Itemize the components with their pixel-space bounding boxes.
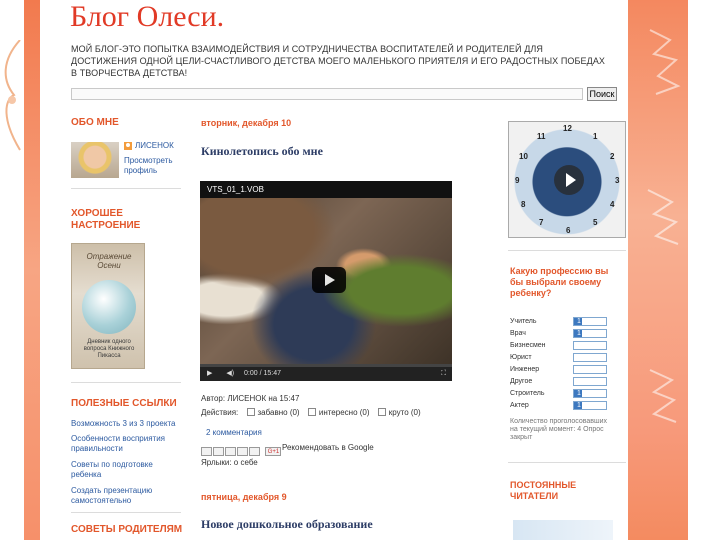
post-author: Автор: ЛИСЕНОК на 15:47 bbox=[201, 394, 300, 403]
video-filename: VTS_01_1.VOB bbox=[200, 181, 452, 198]
clock-number: 3 bbox=[615, 176, 620, 185]
useful-link[interactable]: Создать презентацию самостоятельно bbox=[71, 486, 181, 506]
clock-number: 6 bbox=[566, 226, 571, 235]
slide-frame-left bbox=[24, 0, 40, 540]
profile-name[interactable]: ЛИСЕНОК bbox=[135, 141, 174, 151]
poll-option-label: Актер bbox=[510, 402, 529, 409]
clock-number: 5 bbox=[593, 218, 598, 227]
poll-option-bar[interactable]: 1 bbox=[573, 329, 607, 338]
clock-number: 2 bbox=[610, 152, 615, 161]
play-icon[interactable]: ▶ bbox=[207, 370, 212, 377]
search-input[interactable] bbox=[71, 88, 583, 100]
post-title[interactable]: Новое дошкольное образование bbox=[201, 517, 373, 532]
clock-number: 8 bbox=[521, 200, 526, 209]
comments-link[interactable]: 2 комментария bbox=[206, 428, 262, 438]
blog-title[interactable]: Блог Олеси. bbox=[70, 0, 224, 34]
clock-number: 10 bbox=[519, 152, 528, 161]
book-cover[interactable]: Отражение Осени Дневник одного вопроса К… bbox=[71, 243, 145, 369]
poll-option-bar[interactable] bbox=[573, 377, 607, 386]
post-reactions: Действия: забавно (0) интересно (0) крут… bbox=[201, 408, 421, 417]
useful-link[interactable]: Возможность 3 из 3 проекта bbox=[71, 419, 181, 429]
email-icon[interactable] bbox=[201, 447, 212, 457]
post-date: пятница, декабря 9 bbox=[201, 492, 287, 502]
video-progress[interactable] bbox=[200, 364, 452, 367]
clock-number: 9 bbox=[515, 176, 520, 185]
slide-ornament-icon bbox=[4, 40, 21, 151]
post-date: вторник, декабря 10 bbox=[201, 118, 292, 128]
poll-option-label: Бизнесмен bbox=[510, 342, 546, 349]
divider bbox=[71, 188, 181, 189]
poll-option-label: Врач bbox=[510, 330, 526, 337]
fullscreen-icon[interactable]: ⛶ bbox=[441, 366, 446, 381]
profile-icon bbox=[124, 142, 132, 150]
clock-number: 11 bbox=[537, 132, 546, 141]
search-button[interactable]: Поиск bbox=[587, 87, 617, 101]
reaction-checkbox[interactable] bbox=[307, 408, 316, 416]
divider bbox=[71, 512, 181, 513]
poll-option-bar[interactable]: 1 bbox=[573, 389, 607, 398]
reaction-checkbox[interactable] bbox=[377, 408, 386, 416]
poll-option-label: Учитель bbox=[510, 318, 537, 325]
poll-question: Какую профессию вы бы выбрали своему реб… bbox=[510, 266, 609, 298]
video-player[interactable]: VTS_01_1.VOB ▶ ◀) 0:00 / 15:47 ⛶ bbox=[200, 181, 452, 381]
clock-number: 7 bbox=[539, 218, 544, 227]
clock-widget[interactable]: 12 1 2 3 4 5 6 7 8 9 10 11 bbox=[508, 121, 626, 238]
poll-option-bar[interactable]: 1 bbox=[573, 317, 607, 326]
blog-page: Блог Олеси. МОЙ БЛОГ-ЭТО ПОПЫТКА ВЗАИМОД… bbox=[40, 0, 628, 540]
poll-footer: Количество проголосовавших на текущий мо… bbox=[510, 418, 608, 441]
readers-heading: ПОСТОЯННЫЕ ЧИТАТЕЛИ bbox=[510, 480, 577, 501]
gplus-button[interactable]: G+1 bbox=[265, 447, 282, 457]
profile-link[interactable]: Просмотреть профиль bbox=[124, 156, 176, 176]
clock-play-button[interactable] bbox=[554, 165, 584, 195]
poll-option-label: Строитель bbox=[510, 390, 545, 397]
post-title[interactable]: Кинолетопись обо мне bbox=[201, 144, 323, 159]
mood-heading: ХОРОШЕЕ НАСТРОЕНИЕ bbox=[71, 208, 141, 231]
blog-this-icon[interactable] bbox=[213, 447, 224, 457]
about-heading: ОБО МНЕ bbox=[71, 117, 119, 128]
divider bbox=[71, 382, 181, 383]
slide-leaf-icon bbox=[647, 29, 681, 423]
clock-number: 4 bbox=[610, 200, 615, 209]
play-button[interactable] bbox=[312, 267, 346, 293]
poll-option-label: Юрист bbox=[510, 354, 532, 361]
facebook-icon[interactable] bbox=[237, 447, 248, 457]
advice-heading: СОВЕТЫ РОДИТЕЛЯМ bbox=[71, 524, 183, 535]
reaction-checkbox[interactable] bbox=[246, 408, 255, 416]
divider bbox=[508, 250, 626, 251]
book-title: Отражение Осени bbox=[86, 252, 132, 270]
useful-link[interactable]: Советы по подготовке ребенка bbox=[71, 460, 181, 480]
poll-option-label: Инженер bbox=[510, 366, 540, 373]
recommend-text: Рекомендовать в Google bbox=[282, 443, 374, 452]
volume-icon[interactable]: ◀) bbox=[226, 370, 234, 377]
globe-icon bbox=[82, 280, 136, 334]
clock-number: 1 bbox=[593, 132, 598, 141]
useful-link[interactable]: Особенности восприятия правильности bbox=[71, 434, 181, 454]
links-heading: ПОЛЕЗНЫЕ ССЫЛКИ bbox=[71, 398, 177, 409]
blog-description: МОЙ БЛОГ-ЭТО ПОПЫТКА ВЗАИМОДЕЙСТВИЯ И СО… bbox=[71, 44, 606, 78]
pinterest-icon[interactable] bbox=[249, 447, 260, 457]
clock-number: 12 bbox=[563, 124, 572, 133]
video-time: 0:00 / 15:47 bbox=[244, 370, 281, 377]
followers-widget[interactable] bbox=[513, 520, 613, 540]
post-labels[interactable]: Ярлыки: о себе bbox=[201, 458, 258, 468]
divider bbox=[508, 462, 626, 463]
avatar[interactable] bbox=[71, 142, 119, 178]
poll-option-bar[interactable]: 1 bbox=[573, 401, 607, 410]
poll-option-bar[interactable] bbox=[573, 365, 607, 374]
book-caption: Дневник одного вопроса Книжного Пикасса bbox=[83, 339, 135, 359]
poll-option-bar[interactable] bbox=[573, 353, 607, 362]
poll-option-label: Другое bbox=[510, 378, 533, 385]
twitter-icon[interactable] bbox=[225, 447, 236, 457]
poll-option-bar[interactable] bbox=[573, 341, 607, 350]
video-controls[interactable]: ▶ ◀) 0:00 / 15:47 ⛶ bbox=[200, 364, 452, 381]
